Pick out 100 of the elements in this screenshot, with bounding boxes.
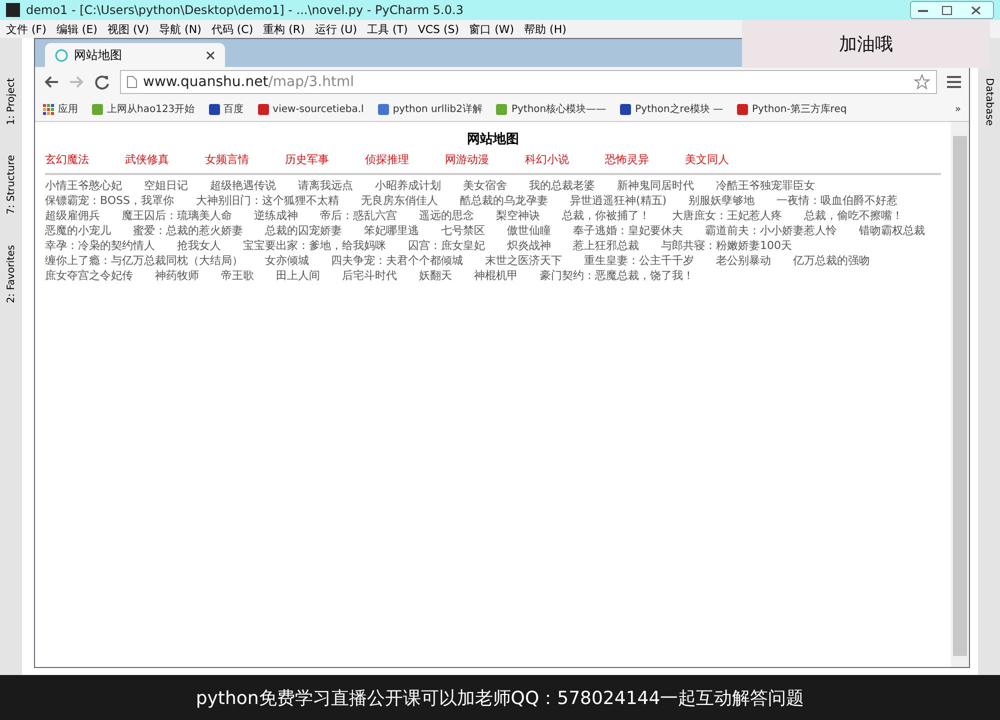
novel-link[interactable]: 惹上狂邪总裁	[573, 239, 639, 253]
browser-tab[interactable]: 网站地图	[45, 43, 225, 67]
bookmark[interactable]: 上网从hao123开始	[92, 102, 195, 116]
more-bookmarks-button[interactable]: »	[954, 104, 961, 114]
novel-link[interactable]: 傲世仙瞳	[507, 224, 551, 238]
menu-item[interactable]: 代码 (C)	[211, 22, 254, 36]
novel-link[interactable]: 奉子逃婚：皇妃要休夫	[573, 224, 683, 238]
reload-icon[interactable]	[95, 74, 110, 90]
novel-link[interactable]: 总裁，你被捕了！	[562, 209, 650, 223]
novel-link[interactable]: 后宅斗时代	[342, 269, 397, 283]
novel-link[interactable]: 帝王歌	[221, 269, 254, 283]
novel-link[interactable]: 梨空神诀	[496, 209, 540, 223]
favicon-icon	[258, 104, 269, 114]
novel-link[interactable]: 缠你上了瘾：与亿万总裁同枕（大结局）	[45, 254, 243, 268]
bookmark[interactable]: Python之re模块 —	[620, 102, 724, 116]
category-link[interactable]: 玄幻魔法	[45, 152, 89, 167]
novel-link[interactable]: 一夜情：吸血伯爵不好惹	[776, 194, 898, 208]
novel-link[interactable]: 女亦倾城	[265, 254, 309, 268]
bookmark[interactable]: Python核心模块——	[496, 102, 606, 116]
star-icon[interactable]	[914, 74, 930, 90]
novel-link[interactable]: 七号禁区	[441, 224, 485, 238]
novel-link[interactable]: 逆练成神	[254, 209, 298, 223]
novel-link[interactable]: 重生皇妻：公主千千岁	[584, 254, 694, 268]
novel-link[interactable]: 超级雇佣兵	[45, 209, 100, 223]
address-bar[interactable]: www.quanshu.net/map/3.html	[120, 70, 937, 94]
novel-link[interactable]: 豪门契约：恶魔总裁，饶了我！	[540, 269, 694, 283]
bookmark[interactable]: 应用	[43, 102, 78, 116]
novel-link[interactable]: 异世逍遥狂神(精五)	[570, 194, 667, 208]
novel-link[interactable]: 保镖霸宠：BOSS，我罩你	[45, 194, 174, 208]
novel-link[interactable]: 总裁，偷吃不擦嘴！	[804, 209, 903, 223]
bookmark[interactable]: python urllib2详解	[378, 102, 482, 116]
novel-link[interactable]: 恶魔的小宠儿	[45, 224, 111, 238]
novel-link[interactable]: 宝宝要出家：爹地，给我妈咪	[243, 239, 386, 253]
menu-item[interactable]: 文件 (F)	[6, 22, 46, 36]
bookmark[interactable]: 百度	[208, 102, 244, 116]
close-icon	[971, 6, 981, 14]
novel-link[interactable]: 酷总裁的乌龙孕妻	[460, 194, 548, 208]
menu-item[interactable]: 编辑 (E)	[56, 22, 98, 36]
novel-link[interactable]: 新神鬼同居时代	[617, 179, 694, 193]
novel-link[interactable]: 田上人间	[276, 269, 320, 283]
page-heading: 网站地图	[466, 131, 520, 148]
category-link[interactable]: 美文同人	[685, 152, 729, 167]
menu-item[interactable]: 工具 (T)	[367, 22, 408, 36]
novel-link[interactable]: 请离我远点	[298, 179, 353, 193]
novel-link[interactable]: 蜜爱：总裁的惹火娇妻	[133, 224, 243, 238]
novel-link[interactable]: 超级艳遇传说	[210, 179, 276, 193]
novel-link[interactable]: 霸道前夫：小小娇妻惹人怜	[705, 224, 837, 238]
novel-link[interactable]: 无良房东俏佳人	[360, 194, 438, 208]
novel-link[interactable]: 美女宿舍	[463, 179, 507, 193]
novel-link[interactable]: 帝后：惑乱六宫	[320, 209, 397, 223]
novel-link[interactable]: 冷酷王爷独宠罪臣女	[716, 179, 815, 193]
tool-window-tab[interactable]: Database	[984, 78, 994, 126]
novel-link[interactable]: 庶女夺宫之令妃传	[45, 269, 133, 283]
menu-icon[interactable]	[947, 76, 961, 88]
novel-link[interactable]: 错吻霸权总裁	[859, 224, 925, 238]
novel-link[interactable]: 笨妃哪里逃	[364, 224, 419, 238]
novel-link[interactable]: 别服妖孽够地	[688, 194, 755, 208]
novel-link[interactable]: 神棍机甲	[474, 269, 518, 283]
novel-link[interactable]: 小情王爷憨心妃	[45, 179, 122, 193]
bookmark[interactable]: Python-第三方库req	[737, 102, 847, 116]
novel-link[interactable]: 幸孕：冷枭的契约情人	[45, 239, 155, 253]
novel-link[interactable]: 四夫争宠：夫君个个都倾城	[331, 254, 463, 268]
novel-link[interactable]: 炽炎战神	[507, 239, 551, 253]
novel-link[interactable]: 遥远的思念	[419, 209, 474, 223]
menu-item[interactable]: 导航 (N)	[159, 22, 202, 36]
novel-link[interactable]: 我的总裁老婆	[529, 179, 595, 193]
novel-link[interactable]: 抢我女人	[177, 239, 221, 253]
close-icon[interactable]	[206, 50, 215, 60]
novel-link[interactable]: 魔王囚后：琉璃美人命	[122, 209, 232, 223]
novel-link[interactable]: 小昭养成计划	[375, 179, 441, 193]
category-link[interactable]: 武侠修真	[125, 152, 169, 167]
bookmark[interactable]: view-sourcetieba.l	[258, 104, 364, 114]
novel-link[interactable]: 妖翻天	[419, 269, 452, 283]
menu-item[interactable]: 视图 (V)	[107, 22, 150, 36]
novel-link[interactable]: 末世之医济天下	[485, 254, 562, 268]
menu-item[interactable]: 窗口 (W)	[469, 22, 514, 36]
menu-item[interactable]: 运行 (U)	[314, 22, 358, 36]
novel-link[interactable]: 神药牧师	[155, 269, 199, 283]
novel-link[interactable]: 大神别旧门：这个狐狸不太精	[196, 194, 339, 208]
novel-link[interactable]: 大唐庶女：王妃惹人疼	[672, 209, 782, 223]
category-link[interactable]: 侦探推理	[365, 152, 409, 167]
category-link[interactable]: 科幻小说	[525, 152, 569, 167]
menu-item[interactable]: 重构 (R)	[263, 22, 305, 36]
category-link[interactable]: 女频言情	[205, 152, 249, 167]
novel-link[interactable]: 亿万总裁的强吻	[793, 254, 870, 268]
novel-link[interactable]: 老公别暴动	[716, 254, 771, 268]
novel-link[interactable]: 囚宫：庶女皇妃	[408, 239, 485, 253]
back-icon[interactable]	[43, 75, 59, 89]
menu-item[interactable]: 帮助 (H)	[524, 22, 566, 36]
novel-link[interactable]: 空姐日记	[144, 179, 188, 193]
tool-window-tab[interactable]: 1: Project	[6, 78, 16, 126]
novel-link[interactable]: 与郎共寝：粉嫩娇妻100天	[661, 239, 792, 253]
tool-window-tab[interactable]: 2: Favorites	[6, 244, 16, 303]
scrollbar[interactable]	[951, 122, 969, 667]
menu-item[interactable]: VCS (S)	[418, 22, 460, 36]
category-link[interactable]: 历史军事	[285, 152, 329, 167]
category-link[interactable]: 恐怖灵异	[605, 152, 649, 167]
category-link[interactable]: 网游动漫	[445, 152, 489, 167]
tool-window-tab[interactable]: 7: Structure	[6, 155, 16, 215]
novel-link[interactable]: 总裁的囚宠娇妻	[265, 224, 342, 238]
